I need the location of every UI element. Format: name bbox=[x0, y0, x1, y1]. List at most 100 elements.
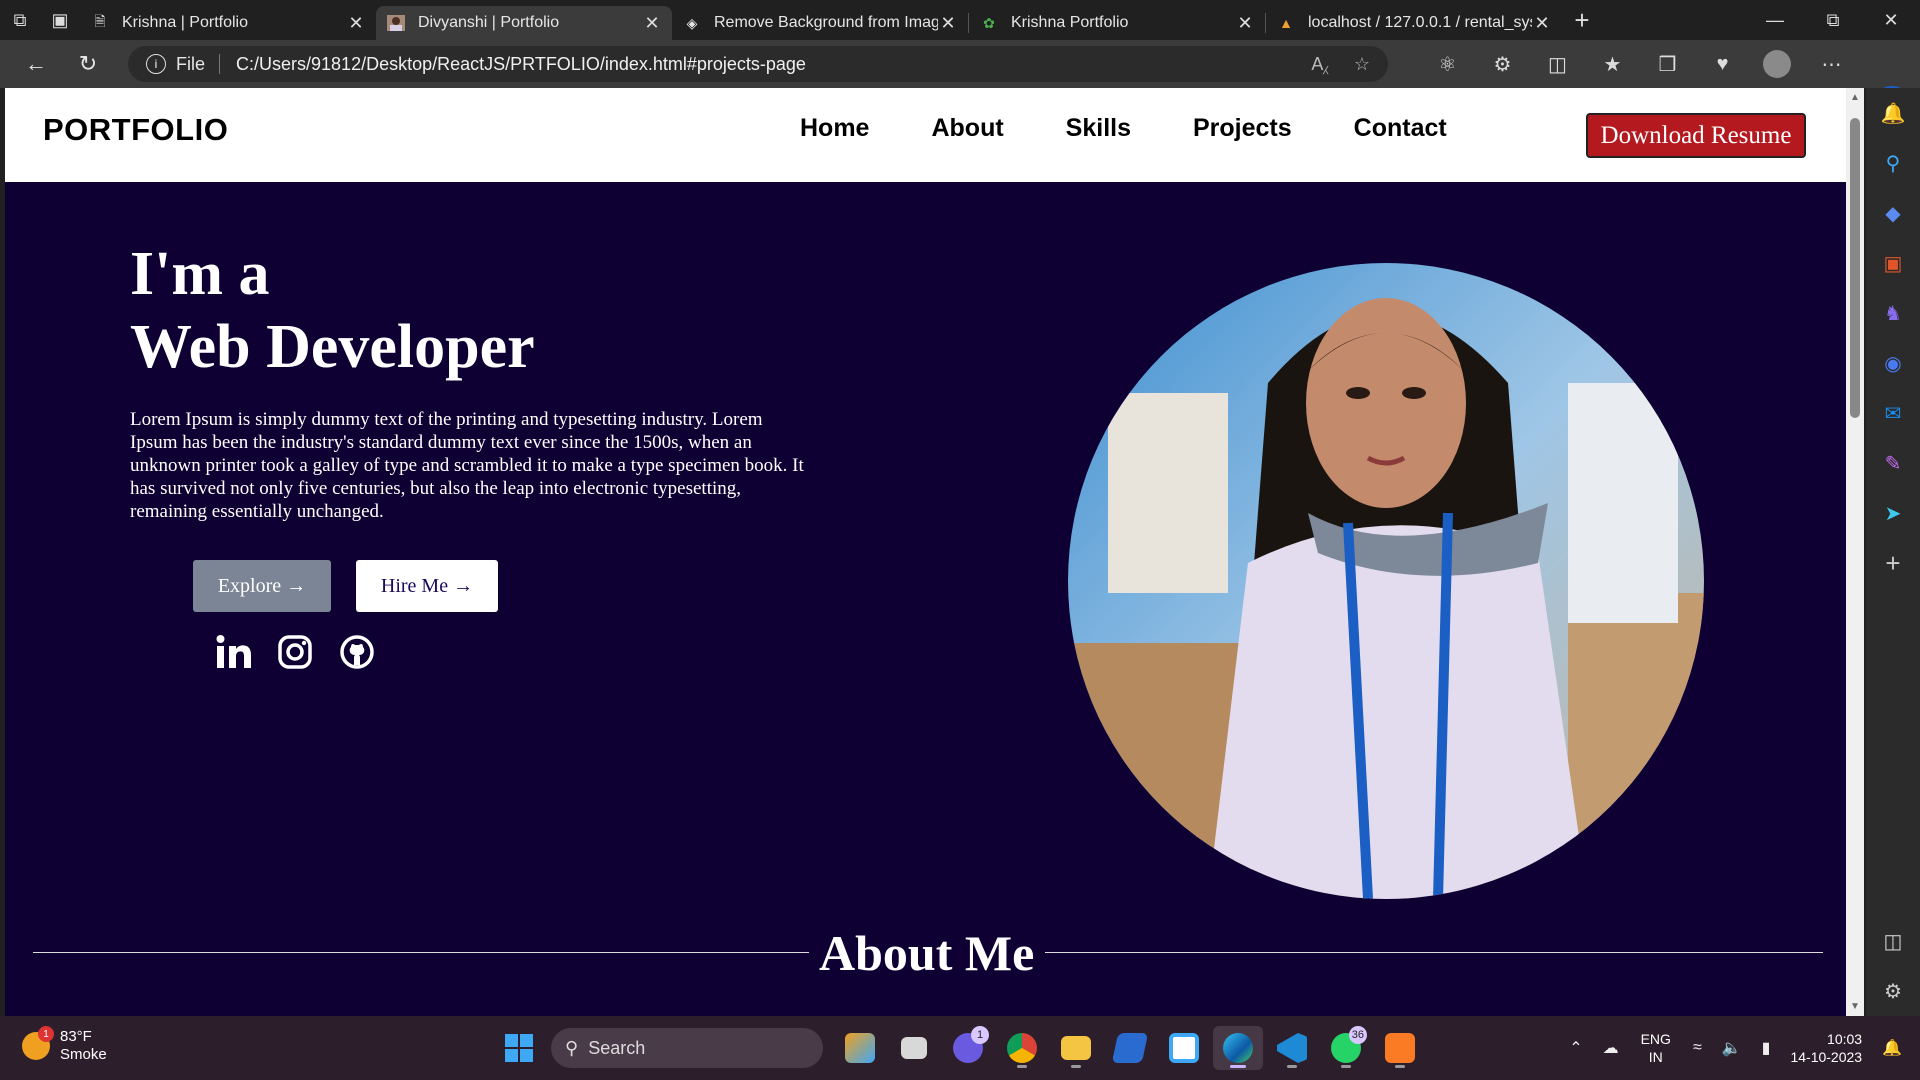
close-tab-icon[interactable]: ✕ bbox=[938, 13, 958, 34]
notification-bell-icon[interactable]: 🔔 bbox=[1882, 1038, 1902, 1058]
weather-temp: 83°F bbox=[60, 1028, 92, 1045]
whatsapp-icon[interactable]: 36 bbox=[1321, 1026, 1371, 1070]
tab-remove-background[interactable]: ◈ Remove Background from Image ✕ bbox=[672, 6, 968, 40]
photo-favicon bbox=[386, 13, 406, 33]
search-icon: ⚲ bbox=[565, 1037, 579, 1058]
page-icon: 🗎 bbox=[94, 13, 106, 29]
favorites-icon[interactable]: ★ bbox=[1585, 40, 1640, 88]
notification-bell-icon[interactable]: 🔔 bbox=[1866, 88, 1920, 138]
taskbar-search[interactable]: ⚲ Search bbox=[551, 1028, 823, 1068]
search-icon[interactable]: ⚲ bbox=[1866, 138, 1920, 188]
nav-contact[interactable]: Contact bbox=[1354, 114, 1447, 143]
close-tab-icon[interactable]: ✕ bbox=[642, 13, 662, 34]
search-placeholder: Search bbox=[588, 1037, 646, 1058]
github-icon[interactable] bbox=[339, 630, 401, 674]
page-scrollbar[interactable]: ▲ ▼ bbox=[1846, 88, 1864, 1016]
file-explorer-icon[interactable] bbox=[1051, 1026, 1101, 1070]
extensions-icon[interactable]: ⚙ bbox=[1475, 40, 1530, 88]
tab-title: Remove Background from Image bbox=[714, 14, 938, 31]
language-indicator[interactable]: ENG IN bbox=[1641, 1030, 1671, 1066]
linkedin-icon[interactable] bbox=[215, 630, 277, 674]
hire-me-button[interactable]: Hire Me → bbox=[356, 560, 498, 612]
leaf-icon: ✿ bbox=[983, 14, 995, 31]
volume-icon[interactable]: 🔈 bbox=[1722, 1038, 1742, 1058]
battery-icon[interactable]: ▮ bbox=[1762, 1038, 1771, 1058]
tools-briefcase-icon[interactable]: ▣ bbox=[1866, 238, 1920, 288]
edge-icon[interactable] bbox=[1213, 1026, 1263, 1070]
chrome-icon[interactable] bbox=[997, 1026, 1047, 1070]
nav-about[interactable]: About bbox=[931, 114, 1003, 143]
tab-title: Krishna | Portfolio bbox=[122, 14, 248, 31]
task-view-icon[interactable] bbox=[889, 1026, 939, 1070]
tab-divyanshi-portfolio[interactable]: Divyanshi | Portfolio ✕ bbox=[376, 6, 672, 40]
page-viewport: PORTFOLIO Home About Skills Projects Con… bbox=[5, 88, 1846, 1016]
show-hidden-icons-chevron[interactable]: ⌃ bbox=[1569, 1038, 1582, 1058]
tab-title: Divyanshi | Portfolio bbox=[418, 14, 560, 31]
add-sidebar-app-icon[interactable]: + bbox=[1866, 538, 1920, 588]
info-icon[interactable]: i bbox=[146, 54, 166, 74]
back-icon[interactable]: ← bbox=[10, 40, 62, 88]
xampp-icon[interactable] bbox=[1375, 1026, 1425, 1070]
weather-sun-icon: 1 bbox=[22, 1026, 54, 1060]
running-indicator bbox=[1395, 1065, 1405, 1068]
taskbar-clock[interactable]: 10:03 14-10-2023 bbox=[1790, 1030, 1862, 1066]
download-resume-button[interactable]: Download Resume bbox=[1586, 113, 1806, 158]
settings-gear-icon[interactable]: ⚙ bbox=[1866, 966, 1920, 1016]
wifi-icon[interactable]: ≈ bbox=[1693, 1039, 1702, 1057]
address-bar[interactable]: i File C:/Users/91812/Desktop/ReactJS/PR… bbox=[128, 46, 1388, 82]
close-tab-icon[interactable]: ✕ bbox=[346, 13, 366, 34]
refresh-icon[interactable]: ↻ bbox=[62, 40, 114, 88]
weather-widget[interactable]: 1 83°F Smoke bbox=[22, 1026, 107, 1064]
collections-icon[interactable]: ❒ bbox=[1640, 40, 1695, 88]
designer-icon[interactable]: ✎ bbox=[1866, 438, 1920, 488]
scroll-up-icon[interactable]: ▲ bbox=[1846, 92, 1864, 103]
explore-button[interactable]: Explore → bbox=[193, 560, 331, 612]
nav-projects[interactable]: Projects bbox=[1193, 114, 1292, 143]
powershell-icon[interactable] bbox=[1105, 1026, 1155, 1070]
react-devtools-icon[interactable]: ⚛ bbox=[1420, 40, 1475, 88]
address-divider bbox=[219, 54, 221, 74]
running-indicator bbox=[1017, 1065, 1027, 1068]
tab-krishna-portfolio-2[interactable]: ✿ Krishna Portfolio ✕ bbox=[969, 6, 1265, 40]
shopping-tag-icon[interactable]: ◆ bbox=[1866, 188, 1920, 238]
hide-sidebar-icon[interactable]: ◫ bbox=[1866, 916, 1920, 966]
new-tab-icon[interactable]: + bbox=[1562, 0, 1602, 40]
onedrive-cloud-icon[interactable]: ☁ bbox=[1603, 1038, 1619, 1058]
profile-avatar-icon[interactable] bbox=[1763, 50, 1791, 78]
read-aloud-icon[interactable]: A⁁ bbox=[1311, 54, 1328, 75]
close-tab-icon[interactable]: ✕ bbox=[1532, 13, 1552, 34]
scrollbar-thumb[interactable] bbox=[1850, 118, 1860, 418]
favorite-star-icon[interactable]: ☆ bbox=[1354, 54, 1370, 75]
nav-home[interactable]: Home bbox=[800, 114, 869, 143]
teams-chat-icon[interactable]: 1 bbox=[943, 1026, 993, 1070]
workspaces-icon[interactable]: ⧉ bbox=[0, 0, 40, 40]
copilot-app-icon[interactable] bbox=[835, 1026, 885, 1070]
drop-send-icon[interactable]: ➤ bbox=[1866, 488, 1920, 538]
url-text[interactable]: C:/Users/91812/Desktop/ReactJS/PRTFOLIO/… bbox=[236, 54, 1285, 75]
site-logo[interactable]: PORTFOLIO bbox=[43, 112, 228, 148]
teams-badge: 1 bbox=[971, 1026, 989, 1044]
hero-description: Lorem Ipsum is simply dummy text of the … bbox=[130, 409, 804, 522]
minimize-icon[interactable]: — bbox=[1746, 0, 1804, 40]
nav-links: Home About Skills Projects Contact bbox=[800, 114, 1509, 143]
tab-krishna-portfolio[interactable]: 🗎 Krishna | Portfolio ✕ bbox=[80, 6, 376, 40]
restore-icon[interactable]: ⧉ bbox=[1804, 0, 1862, 40]
close-window-icon[interactable]: ✕ bbox=[1862, 0, 1920, 40]
site-navbar: PORTFOLIO Home About Skills Projects Con… bbox=[5, 88, 1846, 182]
split-screen-icon[interactable]: ◫ bbox=[1530, 40, 1585, 88]
copilot-sidebar-icon[interactable]: ◉ bbox=[1866, 338, 1920, 388]
scroll-down-icon[interactable]: ▼ bbox=[1846, 1001, 1864, 1012]
vscode-icon[interactable] bbox=[1267, 1026, 1317, 1070]
tab-localhost-phpmyadmin[interactable]: ▲ localhost / 127.0.0.1 / rental_system … bbox=[1266, 6, 1562, 40]
more-options-icon[interactable]: ⋯ bbox=[1804, 40, 1859, 88]
microsoft-store-icon[interactable] bbox=[1159, 1026, 1209, 1070]
games-icon[interactable]: ♞ bbox=[1866, 288, 1920, 338]
windows-start-icon[interactable] bbox=[497, 1026, 541, 1070]
tab-actions-icon[interactable]: ▣ bbox=[40, 0, 80, 40]
nav-skills[interactable]: Skills bbox=[1066, 114, 1131, 143]
outlook-icon[interactable]: ✉ bbox=[1866, 388, 1920, 438]
running-indicator bbox=[1230, 1065, 1246, 1068]
close-tab-icon[interactable]: ✕ bbox=[1235, 13, 1255, 34]
instagram-icon[interactable] bbox=[277, 630, 339, 674]
browser-essentials-icon[interactable]: ♥ bbox=[1695, 40, 1750, 88]
